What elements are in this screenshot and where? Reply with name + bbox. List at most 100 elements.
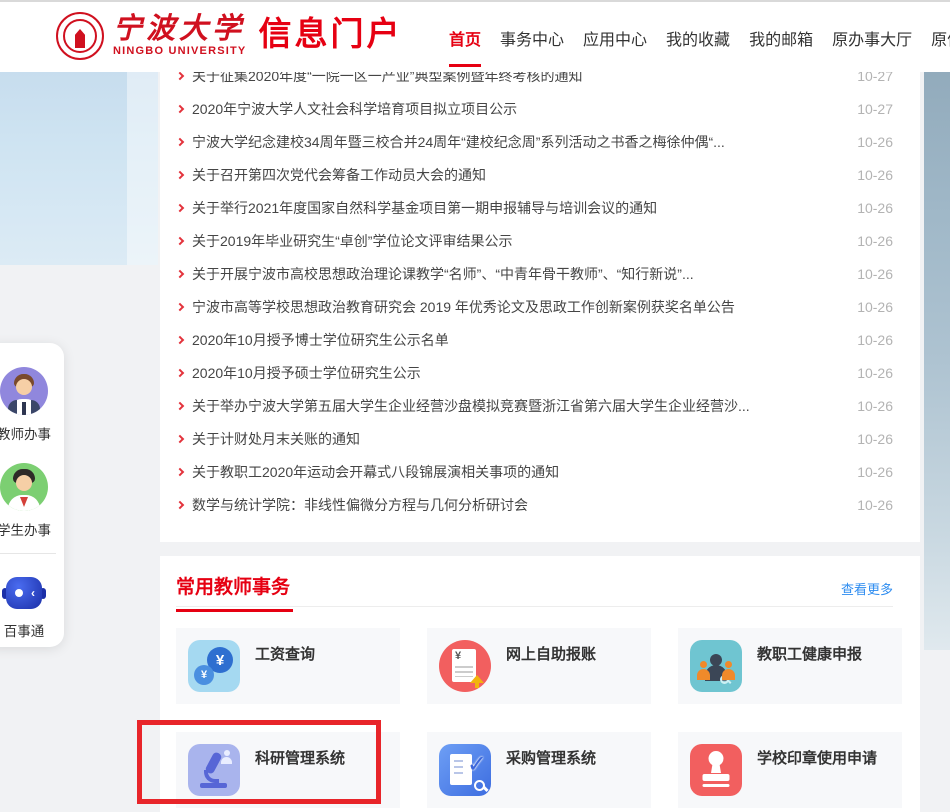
chevron-right-icon <box>176 104 184 112</box>
news-item[interactable]: 关于举办宁波大学第五届大学生企业经营沙盘模拟竞赛暨浙江省第六届大学生企业经营沙.… <box>160 389 920 422</box>
chevron-right-icon <box>176 401 184 409</box>
news-item[interactable]: 宁波市高等学校思想政治教育研究会 2019 年优秀论文及思政工作创新案例获奖名单… <box>160 290 920 323</box>
news-date: 10-26 <box>857 365 893 381</box>
background-photo-left <box>0 72 158 265</box>
news-title: 关于举行2021年度国家自然科学基金项目第一期申报辅导与培训会议的通知 <box>192 198 843 218</box>
service-card-label: 学校印章使用申请 <box>757 747 877 768</box>
main-nav: 首页事务中心应用中心我的收藏我的邮箱原办事大厅原信息门户 <box>448 2 950 74</box>
service-card[interactable]: 科研管理系统 <box>176 732 400 808</box>
service-card-label: 教职工健康申报 <box>757 643 862 664</box>
background-photo-right <box>924 72 950 650</box>
panel-divider <box>0 553 56 554</box>
news-title: 宁波大学纪念建校34周年暨三校合并24周年“建校纪念周”系列活动之书香之梅徐仲偶… <box>192 132 843 152</box>
quick-access-item[interactable]: 百事通 <box>0 574 64 640</box>
news-item[interactable]: 关于2019年毕业研究生“卓创”学位论文评审结果公示10-26 <box>160 224 920 257</box>
news-title: 数学与统计学院：非线性偏微分方程与几何分析研讨会 <box>192 495 843 515</box>
chevron-right-icon <box>176 434 184 442</box>
news-date: 10-27 <box>857 101 893 117</box>
chevron-right-icon <box>176 71 184 79</box>
seal-application-icon <box>690 744 742 796</box>
view-more-link[interactable]: 查看更多 <box>841 579 893 598</box>
quick-access-panel: 教师办事学生办事百事通 <box>0 343 64 647</box>
teacher-services-panel: 查看更多 常用教师事务 工资查询 网上自助报账 教职工健康申报科研管理系统 采购管理系… <box>160 556 920 812</box>
service-card-grid: 工资查询 网上自助报账 教职工健康申报科研管理系统 采购管理系统 学校印章使用申请 <box>176 628 904 808</box>
nav-item[interactable]: 原办事大厅 <box>831 23 913 53</box>
news-title: 2020年宁波大学人文社会科学培育项目拟立项目公示 <box>192 99 843 119</box>
section-title: 常用教师事务 <box>176 572 293 612</box>
news-title: 关于开展宁波市高校思想政治理论课教学“名师”、“中青年骨干教师”、“知行新说”.… <box>192 264 843 284</box>
quick-access-label: 学生办事 <box>0 519 64 539</box>
news-item[interactable]: 关于召开第四次党代会筹备工作动员大会的通知10-26 <box>160 158 920 191</box>
university-name-en: NINGBO UNIVERSITY <box>113 45 246 57</box>
chevron-right-icon <box>176 236 184 244</box>
quick-access-label: 百事通 <box>0 620 64 640</box>
header: 宁波大学 NINGBO UNIVERSITY 信息门户 首页事务中心应用中心我的… <box>0 0 950 72</box>
teacher-avatar-icon <box>0 367 64 415</box>
news-title: 2020年10月授予博士学位研究生公示名单 <box>192 330 843 350</box>
chevron-right-icon <box>176 170 184 178</box>
news-item[interactable]: 关于教职工2020年运动会开幕式八段锦展演相关事项的通知 10-26 <box>160 455 920 488</box>
news-date: 10-26 <box>857 497 893 513</box>
news-date: 10-26 <box>857 464 893 480</box>
news-date: 10-26 <box>857 266 893 282</box>
procurement-icon <box>439 744 491 796</box>
nav-item[interactable]: 首页 <box>448 23 482 53</box>
nav-item[interactable]: 应用中心 <box>582 23 648 53</box>
news-title: 关于举办宁波大学第五届大学生企业经营沙盘模拟竞赛暨浙江省第六届大学生企业经营沙.… <box>192 396 843 416</box>
service-card[interactable]: 网上自助报账 <box>427 628 651 704</box>
university-seal-icon <box>56 12 104 60</box>
service-card-label: 采购管理系统 <box>506 747 596 768</box>
news-item[interactable]: 2020年10月授予博士学位研究生公示名单 10-26 <box>160 323 920 356</box>
nav-item[interactable]: 原信息门户 <box>930 23 950 53</box>
chevron-right-icon <box>176 269 184 277</box>
news-item[interactable]: 关于计财处月末关账的通知 10-26 <box>160 422 920 455</box>
service-card[interactable]: 教职工健康申报 <box>678 628 902 704</box>
news-title: 关于2019年毕业研究生“卓创”学位论文评审结果公示 <box>192 231 843 251</box>
news-title: 关于计财处月末关账的通知 <box>192 429 843 449</box>
service-card[interactable]: 采购管理系统 <box>427 732 651 808</box>
news-date: 10-26 <box>857 398 893 414</box>
news-item[interactable]: 2020年宁波大学人文社会科学培育项目拟立项目公示 10-27 <box>160 92 920 125</box>
news-item[interactable]: 2020年10月授予硕士学位研究生公示 10-26 <box>160 356 920 389</box>
robot-icon <box>0 574 64 612</box>
chevron-right-icon <box>176 302 184 310</box>
news-date: 10-26 <box>857 200 893 216</box>
chevron-right-icon <box>176 368 184 376</box>
service-card-label: 科研管理系统 <box>255 747 345 768</box>
news-item[interactable]: 关于举行2021年度国家自然科学基金项目第一期申报辅导与培训会议的通知 10-26 <box>160 191 920 224</box>
news-date: 10-26 <box>857 299 893 315</box>
chevron-right-icon <box>176 335 184 343</box>
news-date: 10-26 <box>857 134 893 150</box>
news-date: 10-26 <box>857 167 893 183</box>
reimbursement-icon <box>439 640 491 692</box>
salary-coins-icon <box>188 640 240 692</box>
quick-access-label: 教师办事 <box>0 423 64 443</box>
news-list: 关于征集2020年度“一院一区一产业”典型案例暨年终考核的通知10-272020… <box>160 56 920 521</box>
chevron-right-icon <box>176 203 184 211</box>
section-header: 查看更多 常用教师事务 <box>176 556 893 607</box>
service-card-label: 工资查询 <box>255 643 315 664</box>
news-item[interactable]: 关于开展宁波市高校思想政治理论课教学“名师”、“中青年骨干教师”、“知行新说”.… <box>160 257 920 290</box>
news-item[interactable]: 宁波大学纪念建校34周年暨三校合并24周年“建校纪念周”系列活动之书香之梅徐仲偶… <box>160 125 920 158</box>
chevron-right-icon <box>176 467 184 475</box>
news-title: 2020年10月授予硕士学位研究生公示 <box>192 363 843 383</box>
nav-item[interactable]: 我的收藏 <box>665 23 731 53</box>
nav-item[interactable]: 事务中心 <box>499 23 565 53</box>
university-name-cn: 宁波大学 <box>113 12 246 44</box>
nav-item[interactable]: 我的邮箱 <box>748 23 814 53</box>
research-system-icon <box>188 744 240 796</box>
service-card[interactable]: 学校印章使用申请 <box>678 732 902 808</box>
health-report-icon <box>690 640 742 692</box>
chevron-right-icon <box>176 500 184 508</box>
news-title: 关于教职工2020年运动会开幕式八段锦展演相关事项的通知 <box>192 462 843 482</box>
quick-access-item[interactable]: 学生办事 <box>0 463 64 539</box>
news-date: 10-26 <box>857 332 893 348</box>
service-card[interactable]: 工资查询 <box>176 628 400 704</box>
quick-access-item[interactable]: 教师办事 <box>0 367 64 443</box>
portal-title: 信息门户 <box>258 15 402 53</box>
news-item[interactable]: 数学与统计学院：非线性偏微分方程与几何分析研讨会 10-26 <box>160 488 920 521</box>
student-avatar-icon <box>0 463 64 511</box>
university-logo[interactable]: 宁波大学 NINGBO UNIVERSITY 信息门户 <box>56 12 402 60</box>
news-title: 宁波市高等学校思想政治教育研究会 2019 年优秀论文及思政工作创新案例获奖名单… <box>192 297 843 317</box>
news-date: 10-26 <box>857 431 893 447</box>
